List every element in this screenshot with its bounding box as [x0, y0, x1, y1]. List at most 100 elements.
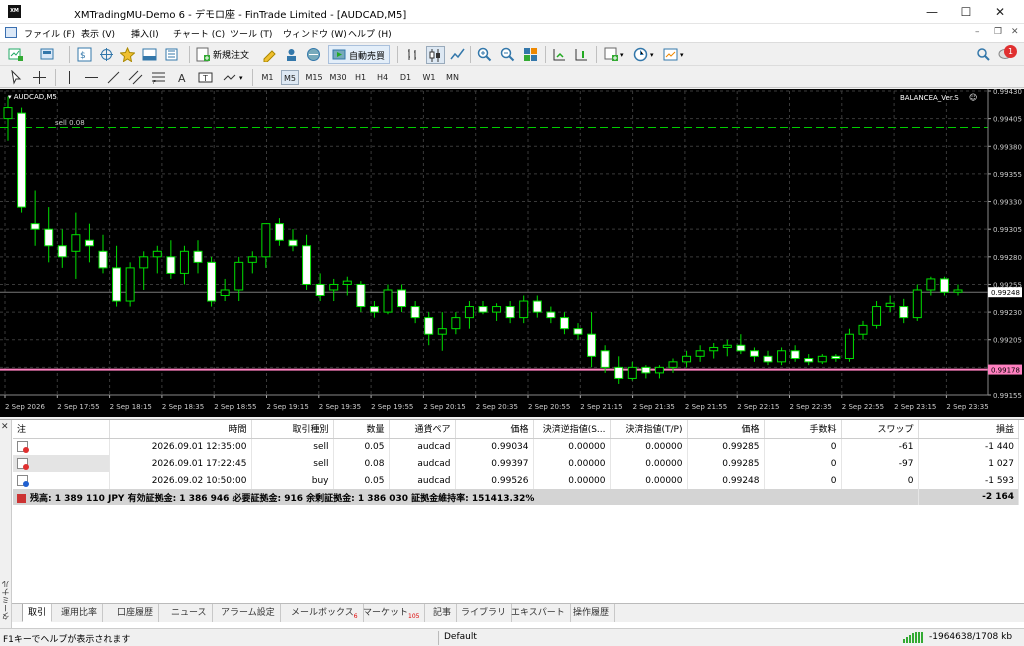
mdi-minimize-button[interactable]: – — [975, 27, 980, 37]
search-icon[interactable] — [976, 47, 991, 62]
new-order-button[interactable]: 新規注文 — [213, 48, 249, 61]
mdi-restore-button[interactable]: ❐ — [994, 27, 1002, 37]
templates-dropdown-icon[interactable]: ▾ — [680, 51, 684, 59]
table-row[interactable]: 2026.09.01 17:22:45 sell 0.08 audcad 0.9… — [13, 455, 1019, 472]
new-chart-icon[interactable] — [8, 47, 23, 62]
maximize-button[interactable]: ☐ — [949, 0, 983, 24]
col-header[interactable]: スワップ — [841, 420, 919, 439]
text-label-icon[interactable]: T — [198, 70, 213, 85]
timeframe-h1[interactable]: H1 — [352, 70, 369, 85]
periods-dropdown-icon[interactable]: ▾ — [650, 51, 654, 59]
chart-window-icon[interactable] — [5, 27, 17, 38]
col-header[interactable]: 時間 — [109, 420, 252, 439]
col-header[interactable]: 価格 — [687, 420, 765, 439]
order-icon — [17, 475, 29, 487]
fibonacci-icon[interactable]: F — [151, 70, 166, 85]
menu-tools[interactable]: ツール (T) — [230, 27, 272, 40]
auto-scroll-icon[interactable] — [552, 47, 567, 62]
tab-9[interactable]: エキスパート — [506, 604, 571, 622]
tab-4[interactable]: アラーム設定 — [216, 604, 281, 622]
tab-8[interactable]: ライブラリ — [456, 604, 513, 622]
tab-2[interactable]: 口座履歴 — [112, 604, 160, 622]
notification-badge[interactable]: 1 — [1004, 45, 1017, 58]
tab-7[interactable]: 記事 — [428, 604, 458, 622]
horizontal-line-icon[interactable] — [84, 70, 99, 85]
mdi-close-button[interactable]: ✕ — [1011, 27, 1019, 37]
col-header[interactable]: 決済指値(T/P) — [610, 420, 688, 439]
line-chart-icon[interactable] — [450, 47, 465, 62]
price-chart[interactable]: 0.99430 0.99405 0.99380 0.99355 0.99330 0.993… — [0, 89, 1024, 417]
cursor-icon[interactable] — [9, 70, 24, 85]
col-header[interactable]: 価格 — [455, 420, 534, 439]
tab-3[interactable]: ニュース — [166, 604, 213, 622]
col-header[interactable]: 手数料 — [764, 420, 842, 439]
arrows-icon[interactable] — [222, 70, 237, 85]
tester-icon[interactable] — [164, 47, 179, 62]
tab-6[interactable]: マーケット105 — [358, 604, 426, 622]
timeframe-w1[interactable]: W1 — [420, 70, 438, 85]
minimize-button[interactable]: — — [915, 0, 949, 24]
tile-windows-icon[interactable] — [523, 47, 538, 62]
zoom-out-icon[interactable] — [500, 47, 515, 62]
close-button[interactable]: ✕ — [983, 0, 1017, 24]
menu-window[interactable]: ウィンドウ (W) — [283, 27, 347, 40]
col-header[interactable]: 通貨ペア — [389, 420, 456, 439]
channel-icon[interactable] — [128, 70, 143, 85]
arrows-dropdown-icon[interactable]: ▾ — [239, 74, 243, 82]
price-label: 0.99330 — [993, 199, 1022, 207]
timeframe-d1[interactable]: D1 — [397, 70, 414, 85]
text-tool-icon[interactable]: A — [175, 70, 190, 85]
bar-chart-icon[interactable] — [405, 47, 420, 62]
new-order-icon[interactable] — [196, 47, 211, 62]
col-header[interactable]: 取引種別 — [251, 420, 334, 439]
indicators-icon[interactable] — [604, 47, 619, 62]
terminal-icon[interactable] — [142, 47, 157, 62]
table-row[interactable]: 2026.09.02 10:50:00 buy 0.05 audcad 0.99… — [13, 472, 1019, 489]
templates-icon[interactable] — [663, 47, 678, 62]
auto-trading-button[interactable]: 自動売買 — [328, 45, 390, 64]
chart-window[interactable]: 0.99430 0.99405 0.99380 0.99355 0.99330 0.993… — [0, 89, 1024, 417]
menu-chart[interactable]: チャート (C) — [173, 27, 225, 40]
navigator-icon[interactable] — [120, 47, 135, 62]
col-header[interactable]: 注 — [13, 420, 110, 439]
data-window-icon[interactable] — [99, 47, 114, 62]
tab-1[interactable]: 運用比率 — [56, 604, 104, 622]
timeframe-mn[interactable]: MN — [443, 70, 462, 85]
profiles-icon[interactable] — [40, 47, 55, 62]
tab-5[interactable]: メールボックス6 — [286, 604, 364, 622]
menu-insert[interactable]: 挿入(I) — [131, 27, 159, 40]
timeframe-m30[interactable]: M30 — [328, 70, 348, 85]
vertical-line-icon[interactable] — [62, 70, 77, 85]
trendline-icon[interactable] — [106, 70, 121, 85]
order-type-cell — [13, 438, 110, 455]
timeframe-h4[interactable]: H4 — [374, 70, 391, 85]
timeframe-m1[interactable]: M1 — [259, 70, 276, 85]
periods-icon[interactable] — [633, 47, 648, 62]
bid-price-label: 0.99178 — [991, 367, 1020, 375]
chart-shift-icon[interactable] — [574, 47, 589, 62]
cell-swap: 0 — [841, 472, 919, 489]
menu-file[interactable]: ファイル (F) — [24, 27, 75, 40]
candlestick-button[interactable] — [426, 46, 445, 64]
signals-icon[interactable] — [284, 47, 299, 62]
col-header[interactable]: 決済逆指値(S... — [533, 420, 611, 439]
crosshair-icon[interactable] — [32, 70, 47, 85]
terminal-close-icon[interactable]: ✕ — [1, 422, 9, 432]
col-header[interactable]: 損益 — [918, 420, 1019, 439]
vps-icon[interactable] — [306, 47, 321, 62]
orders-header-row: 注 時間 取引種別 数量 通貨ペア 価格 決済逆指値(S... 決済指値(T/P… — [13, 420, 1019, 439]
candle-body — [885, 302, 895, 308]
tab-10[interactable]: 操作履歴 — [568, 604, 616, 622]
tab-0[interactable]: 取引 — [22, 604, 53, 622]
zoom-in-icon[interactable] — [477, 47, 492, 62]
table-row[interactable]: 2026.09.01 12:35:00 sell 0.05 audcad 0.9… — [13, 438, 1019, 455]
col-header[interactable]: 数量 — [333, 420, 390, 439]
menu-help[interactable]: ヘルプ (H) — [348, 27, 392, 40]
metaeditor-icon[interactable] — [262, 47, 277, 62]
menu-view[interactable]: 表示 (V) — [81, 27, 115, 40]
timeframe-m5[interactable]: M5 — [281, 70, 299, 85]
timeframe-m15[interactable]: M15 — [304, 70, 324, 85]
time-label: 2 Sep 20:15 — [423, 403, 465, 411]
indicators-dropdown-icon[interactable]: ▾ — [620, 51, 624, 59]
market-watch-icon[interactable]: $ — [77, 47, 92, 62]
